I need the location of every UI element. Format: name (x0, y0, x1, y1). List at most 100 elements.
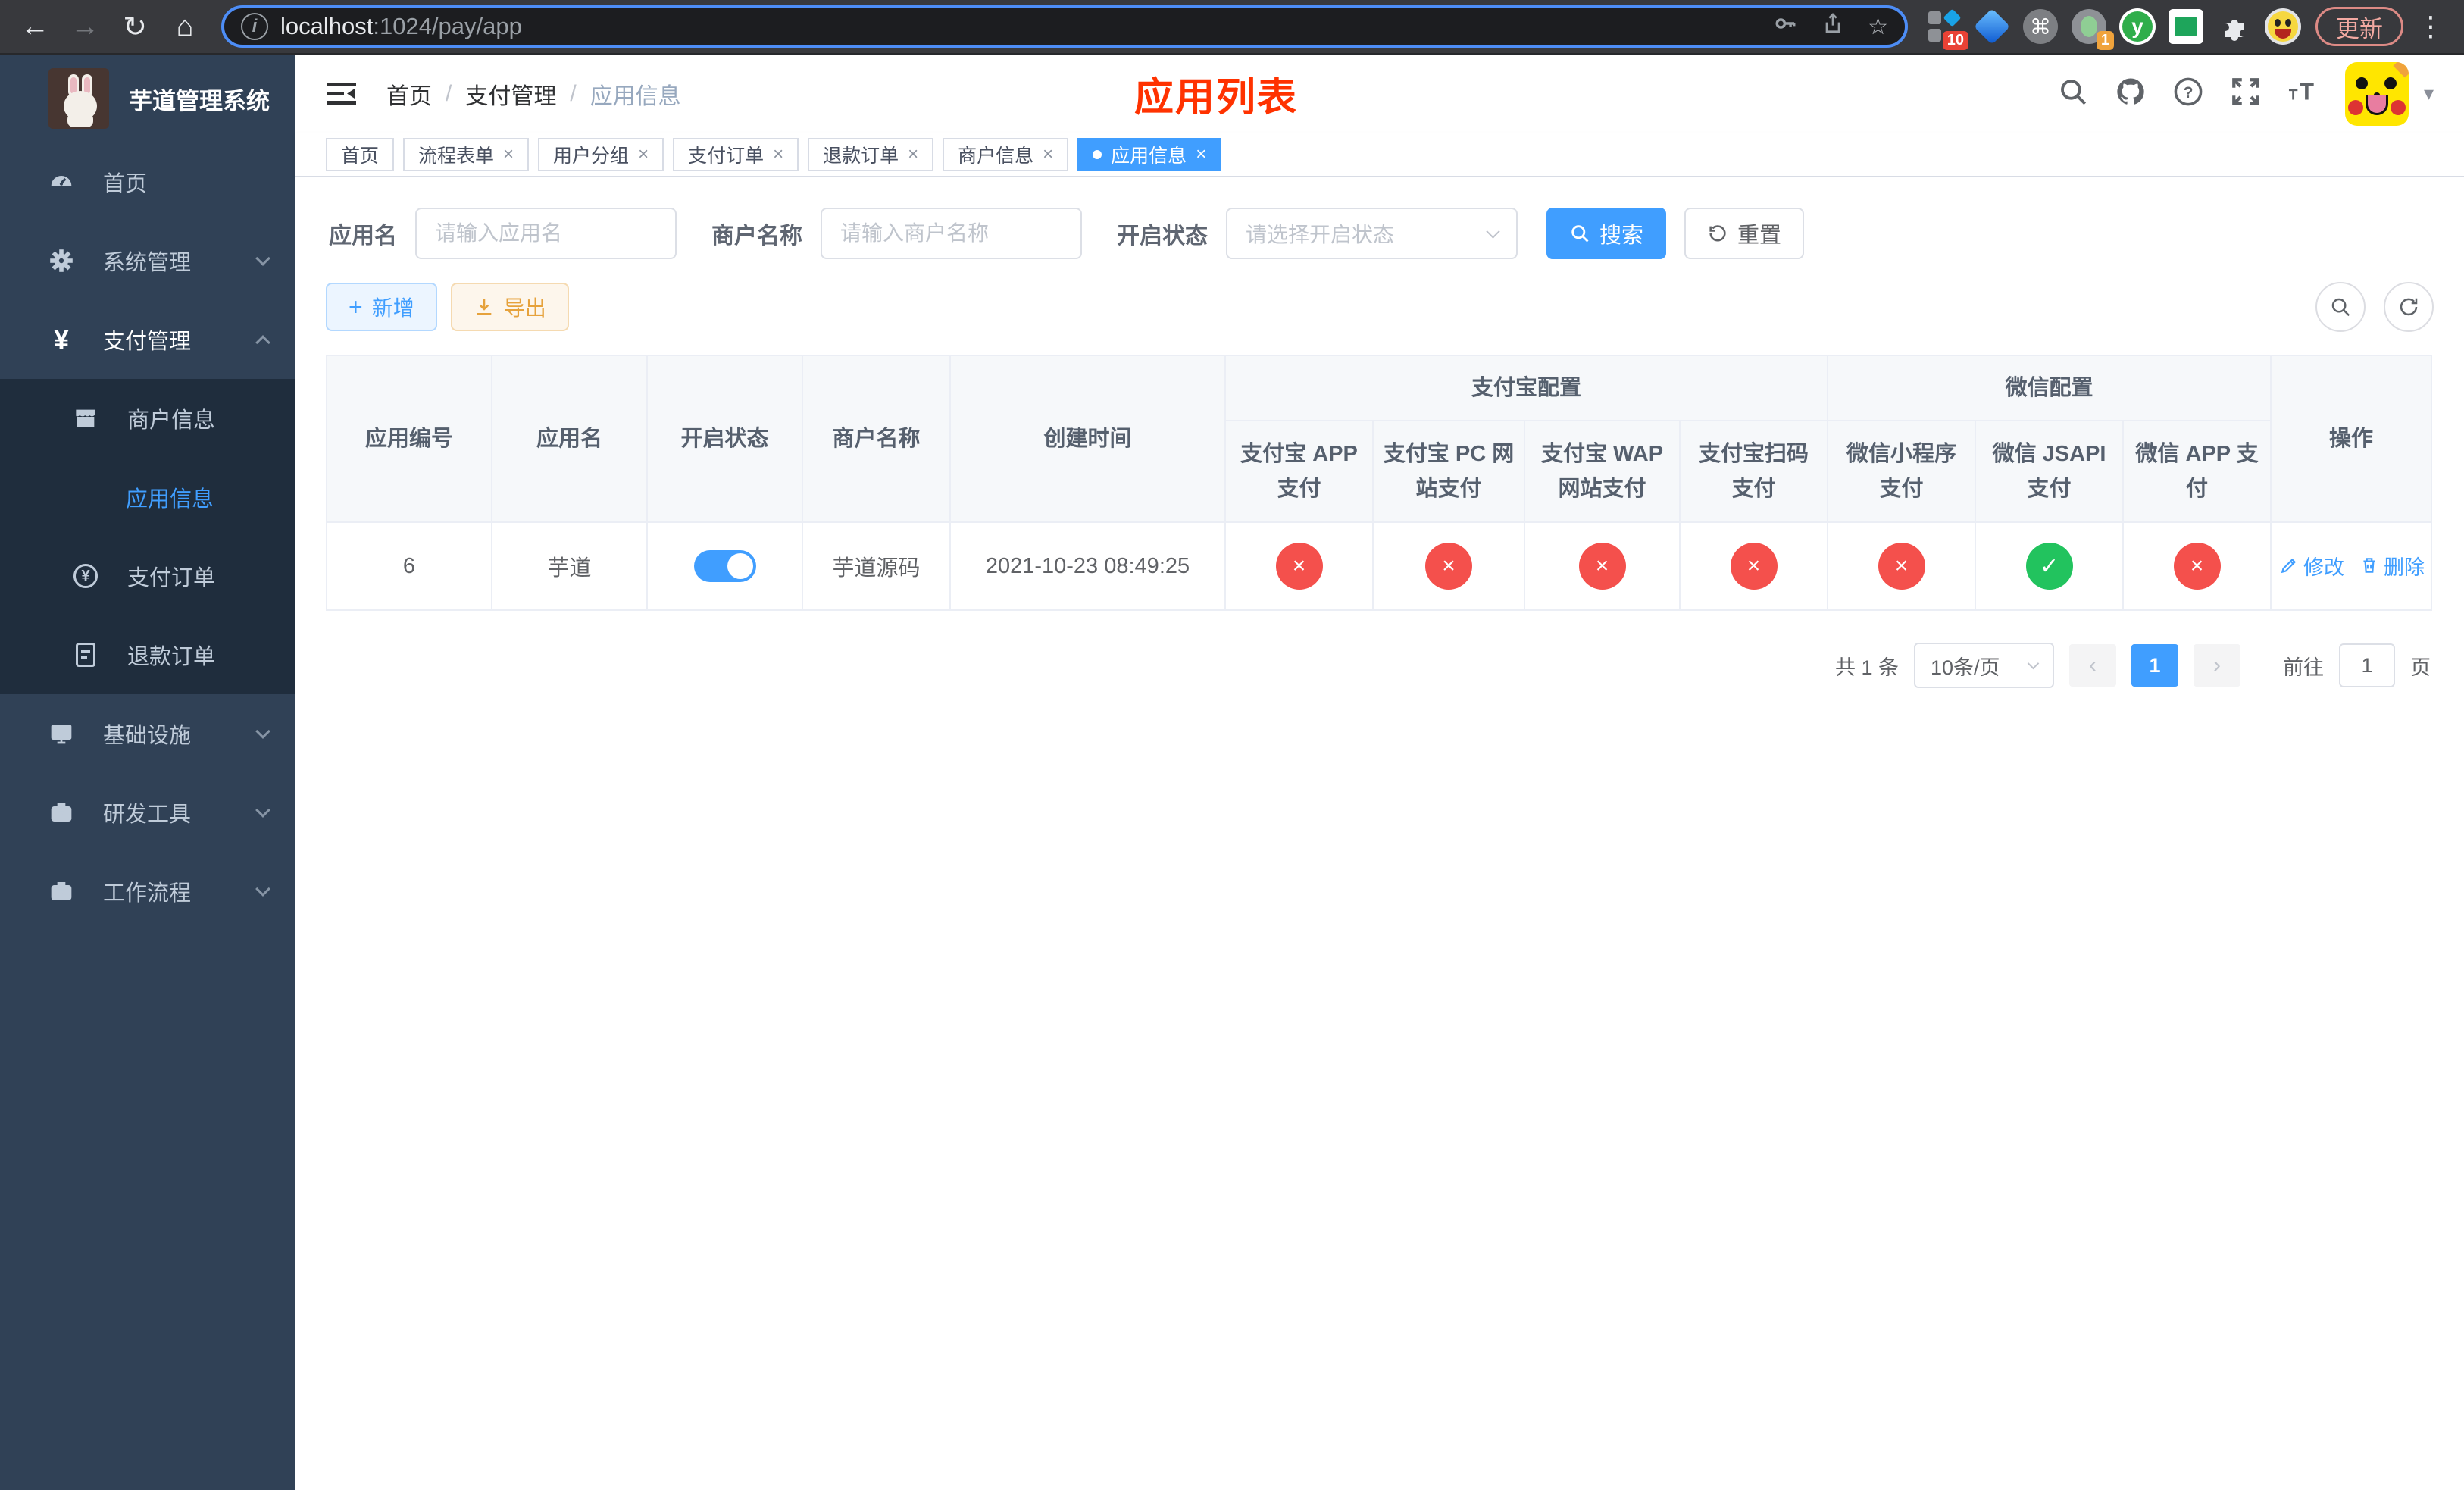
user-avatar[interactable] (2344, 61, 2409, 126)
extension-grid-icon[interactable]: 10 (1923, 6, 1968, 50)
status-select[interactable]: 请选择开启状态 (1226, 208, 1518, 259)
extension-command-icon[interactable]: ⌘ (2020, 6, 2061, 47)
tab-refund-order[interactable]: 退款订单 × (808, 138, 934, 171)
sidebar-item-devtools[interactable]: 研发工具 (0, 773, 295, 852)
trash-icon (2363, 558, 2375, 573)
font-size-icon[interactable]: TT (2287, 76, 2319, 111)
browser-avatar[interactable] (2262, 6, 2303, 47)
sidebar-item-system[interactable]: 系统管理 (0, 221, 295, 300)
sidebar-item-workflow[interactable]: 工作流程 (0, 852, 295, 931)
briefcase-icon (48, 878, 74, 904)
close-icon[interactable]: × (503, 144, 514, 165)
sidebar-fold-icon[interactable] (326, 78, 358, 110)
close-icon[interactable]: × (1196, 144, 1206, 165)
close-icon[interactable]: × (638, 144, 649, 165)
document-icon (76, 643, 95, 667)
goto-page-input[interactable] (2339, 643, 2395, 687)
share-icon[interactable] (1821, 11, 1845, 42)
breadcrumb-home[interactable]: 首页 (386, 77, 432, 111)
app-table: 应用编号 应用名 开启状态 商户名称 创建时间 支付宝配置 微信配置 操作 支付… (326, 355, 2433, 611)
status-cross-icon: × (1878, 543, 1925, 590)
reset-button[interactable]: 重置 (1684, 208, 1805, 259)
avatar-caret-icon[interactable]: ▾ (2424, 82, 2434, 105)
sidebar-logo-row[interactable]: 芋道管理系统 (0, 55, 295, 142)
browser-menu-icon[interactable]: ⋮ (2411, 11, 2450, 42)
svg-text:T: T (2300, 78, 2314, 105)
extension-kite-icon[interactable] (1972, 6, 2012, 47)
github-icon[interactable] (2115, 76, 2147, 111)
col-app-id: 应用编号 (326, 355, 492, 523)
status-cross-icon: × (1730, 543, 1778, 590)
toggle-search-button[interactable] (2315, 282, 2366, 332)
merchant-name-input[interactable] (821, 208, 1082, 259)
delete-link[interactable]: 删除 (2359, 551, 2425, 581)
sidebar-item-refund-order[interactable]: 退款订单 (0, 615, 295, 694)
cell-merchant: 芋道源码 (802, 521, 951, 611)
tab-process-form[interactable]: 流程表单 × (403, 138, 530, 171)
chevron-up-icon (255, 335, 270, 350)
col-group-alipay: 支付宝配置 (1224, 355, 1829, 421)
col-wx-mini: 微信小程序支付 (1827, 420, 1977, 523)
page-size-select[interactable]: 10条/页 (1914, 643, 2054, 688)
extension-badge: 10 (1942, 31, 1968, 50)
col-created: 创建时间 (949, 355, 1226, 523)
search-button[interactable]: 搜索 (1546, 208, 1667, 259)
fullscreen-icon[interactable] (2230, 76, 2262, 111)
gear-icon (48, 248, 74, 274)
tab-pay-order[interactable]: 支付订单 × (673, 138, 799, 171)
close-icon[interactable]: × (1043, 144, 1053, 165)
site-info-icon[interactable]: i (241, 13, 268, 40)
add-button[interactable]: + 新增 (326, 283, 437, 331)
page-number-active[interactable]: 1 (2131, 644, 2178, 687)
sidebar-item-infra[interactable]: 基础设施 (0, 694, 295, 773)
status-toggle[interactable] (693, 550, 756, 582)
tab-app-info[interactable]: 应用信息 × (1077, 138, 1222, 171)
edit-link[interactable]: 修改 (2279, 551, 2344, 581)
page-title: 应用列表 (1134, 76, 1299, 120)
breadcrumb-payment[interactable]: 支付管理 (465, 77, 556, 111)
close-icon[interactable]: × (773, 144, 783, 165)
col-alipay-wap: 支付宝 WAP 网站支付 (1524, 420, 1681, 523)
pagination-total: 共 1 条 (1834, 656, 1899, 679)
tab-merchant-info[interactable]: 商户信息 × (943, 138, 1069, 171)
chevron-down-icon (2027, 657, 2040, 670)
app-logo (48, 68, 109, 129)
sidebar-item-merchant-info[interactable]: 商户信息 (0, 379, 295, 458)
status-select-placeholder: 请选择开启状态 (1246, 223, 1395, 246)
browser-reload-icon[interactable]: ↻ (114, 5, 156, 48)
sidebar-item-pay-order[interactable]: ¥ 支付订单 (0, 537, 295, 615)
app-name-input[interactable] (415, 208, 677, 259)
tab-user-group[interactable]: 用户分组 × (538, 138, 664, 171)
address-bar[interactable]: i localhost:1024/pay/app ☆ (221, 5, 1908, 48)
bookmark-star-icon[interactable]: ☆ (1868, 14, 1888, 40)
sidebar-item-payment[interactable]: ¥ 支付管理 (0, 300, 295, 379)
browser-update-button[interactable]: 更新 (2315, 7, 2403, 46)
chevron-down-icon (255, 724, 270, 739)
extension-profile-icon[interactable]: 1 (2068, 6, 2114, 50)
col-group-wechat: 微信配置 (1827, 355, 2272, 421)
col-merchant: 商户名称 (802, 355, 951, 523)
chevron-down-icon (255, 803, 270, 818)
tab-home[interactable]: 首页 (326, 138, 395, 171)
sidebar-item-home[interactable]: 首页 (0, 142, 295, 221)
url-text[interactable]: localhost:1024/pay/app (280, 13, 1760, 40)
header-search-icon[interactable] (2057, 76, 2089, 111)
extension-yudao-icon[interactable]: y (2117, 6, 2158, 47)
next-page-button[interactable]: › (2194, 644, 2240, 687)
help-icon[interactable]: ? (2172, 76, 2204, 111)
col-alipay-pc: 支付宝 PC 网站支付 (1372, 420, 1525, 523)
refresh-table-button[interactable] (2384, 282, 2434, 332)
sidebar-item-label: 工作流程 (103, 881, 192, 906)
sidebar-item-app-info[interactable]: 应用信息 (0, 458, 295, 537)
col-alipay-app: 支付宝 APP 支付 (1224, 420, 1374, 523)
browser-back-icon[interactable]: ← (14, 5, 56, 48)
browser-home-icon[interactable]: ⌂ (164, 5, 206, 48)
password-key-icon[interactable] (1772, 11, 1798, 42)
prev-page-button[interactable]: ‹ (2069, 644, 2116, 687)
extensions-puzzle-icon[interactable] (2214, 6, 2255, 47)
close-icon[interactable]: × (908, 144, 918, 165)
export-button[interactable]: 导出 (450, 283, 569, 331)
goto-prefix: 前往 (2283, 656, 2324, 679)
browser-forward-icon[interactable]: → (64, 5, 106, 48)
extension-chat-icon[interactable] (2165, 6, 2206, 47)
